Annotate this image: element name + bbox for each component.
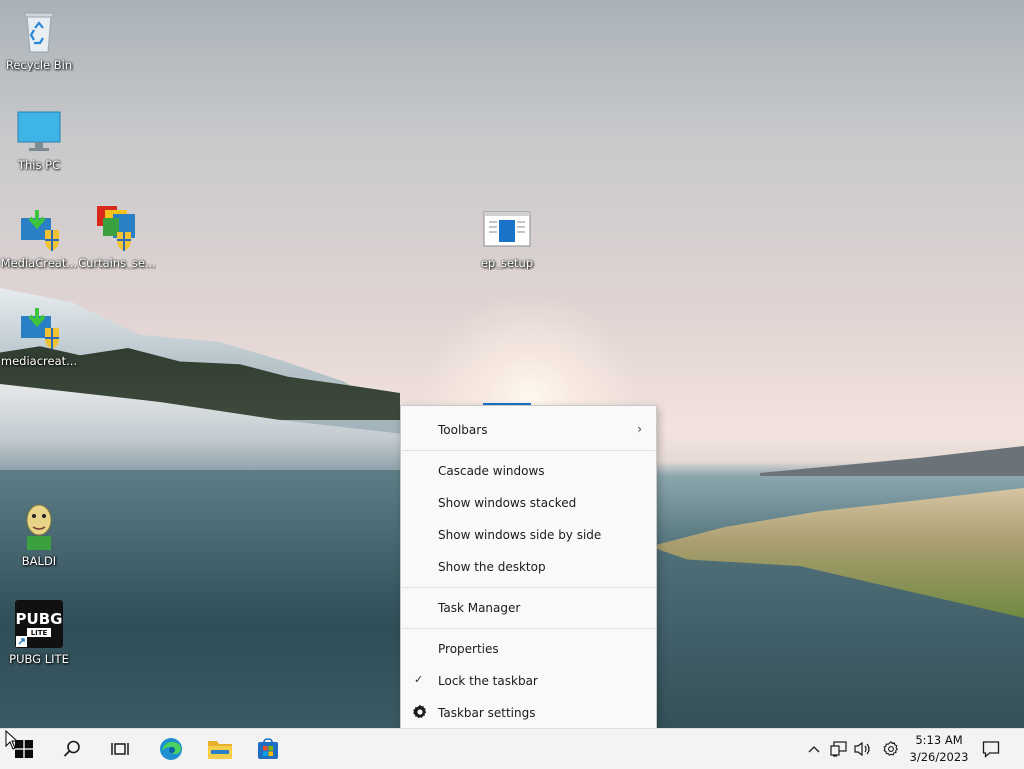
curtains-setup-icon (93, 204, 141, 252)
menu-item-label: Show windows stacked (438, 496, 577, 510)
checkmark-icon: ✓ (414, 673, 424, 686)
edge-button[interactable] (151, 729, 191, 769)
desktop-icon-curtains-setup[interactable]: Curtains_se... (78, 204, 156, 270)
clock-date: 3/26/2023 (909, 750, 969, 764)
menu-item-taskbar-settings[interactable]: Taskbar settings (401, 698, 656, 728)
notifications-button[interactable] (978, 729, 1004, 769)
network-icon (830, 741, 847, 757)
menu-item-show-the-desktop[interactable]: Show the desktop (401, 552, 656, 582)
svg-text:PUBG: PUBG (16, 610, 63, 628)
menu-item-cascade-windows[interactable]: Cascade windows (401, 456, 656, 486)
desktop-icon-label: Recycle Bin (5, 58, 73, 72)
menu-item-label: Cascade windows (438, 464, 545, 478)
ep-setup-icon (483, 208, 531, 252)
desktop-icon-label: This PC (17, 158, 61, 172)
desktop-icon-label: BALDI (21, 554, 57, 568)
desktop-icon-this-pc[interactable]: This PC (0, 110, 78, 172)
task-view-icon (111, 743, 129, 755)
mouse-cursor-icon (5, 729, 19, 754)
file-explorer-button[interactable] (200, 729, 240, 769)
taskbar-clock[interactable]: 5:13 AM 3/26/2023 (904, 732, 974, 766)
menu-item-show-windows-side-by-side[interactable]: Show windows side by side (401, 520, 656, 550)
show-hidden-icons-button[interactable] (804, 729, 824, 769)
media-creation-icon (15, 306, 63, 350)
menu-item-label: Toolbars (438, 423, 488, 437)
svg-text:LITE: LITE (31, 629, 48, 637)
baldi-icon (15, 502, 63, 550)
search-icon (63, 740, 80, 757)
menu-item-toolbars[interactable]: Toolbars › (401, 415, 656, 445)
menu-separator (402, 628, 655, 629)
file-explorer-icon (208, 741, 232, 759)
desktop-icon-media-creation-tool[interactable]: MediaCreat... (0, 208, 78, 270)
menu-item-label: Task Manager (438, 601, 521, 615)
taskbar-context-menu: Toolbars › Cascade windows Show windows … (400, 405, 657, 739)
menu-item-label: Lock the taskbar (438, 674, 538, 688)
chevron-up-icon (808, 746, 820, 753)
wallpaper-far-hill (760, 446, 1024, 476)
wallpaper-island (650, 488, 1024, 618)
menu-item-properties[interactable]: Properties (401, 634, 656, 664)
desktop-icon-label: MediaCreat... (0, 256, 78, 270)
store-icon (258, 738, 278, 759)
notification-center-icon (982, 741, 1000, 758)
clock-time: 5:13 AM (915, 733, 963, 747)
menu-item-lock-the-taskbar[interactable]: ✓ Lock the taskbar (401, 666, 656, 696)
menu-separator (402, 450, 655, 451)
task-view-button[interactable] (100, 729, 140, 769)
menu-item-show-windows-stacked[interactable]: Show windows stacked (401, 488, 656, 518)
menu-item-task-manager[interactable]: Task Manager (401, 593, 656, 623)
desktop-icon-label: ep_setup (480, 256, 534, 270)
volume-tray-button[interactable] (852, 729, 874, 769)
gear-icon (412, 704, 428, 723)
monitor-icon (15, 110, 63, 154)
media-creation-icon (15, 208, 63, 252)
chevron-right-icon: › (637, 422, 642, 436)
menu-separator (402, 587, 655, 588)
menu-item-label: Show windows side by side (438, 528, 602, 542)
desktop-icon-baldi[interactable]: BALDI (0, 502, 78, 568)
menu-item-label: Taskbar settings (438, 706, 536, 720)
store-button[interactable] (248, 729, 288, 769)
desktop-icon-media-creation-tool-2[interactable]: mediacreat... (0, 306, 78, 368)
gear-icon (883, 741, 899, 757)
desktop-icon-recycle-bin[interactable]: Recycle Bin (0, 10, 78, 72)
desktop-icon-label: Curtains_se... (78, 256, 156, 270)
volume-icon (854, 741, 870, 757)
desktop-icon-ep-setup[interactable]: ep_setup (468, 208, 546, 270)
desktop-icon-pubg-lite[interactable]: PUBG LITE PUBG LITE (0, 600, 78, 666)
search-button[interactable] (52, 729, 92, 769)
settings-tray-button[interactable] (879, 729, 903, 769)
pubg-lite-icon: PUBG LITE (15, 600, 63, 648)
network-tray-button[interactable] (828, 729, 850, 769)
menu-item-label: Show the desktop (438, 560, 546, 574)
menu-item-label: Properties (438, 642, 499, 656)
taskbar: 5:13 AM 3/26/2023 (0, 728, 1024, 769)
edge-icon (160, 738, 182, 760)
recycle-bin-icon (15, 10, 63, 54)
desktop-icon-label: PUBG LITE (9, 652, 69, 666)
desktop-icon-label: mediacreat... (0, 354, 78, 368)
